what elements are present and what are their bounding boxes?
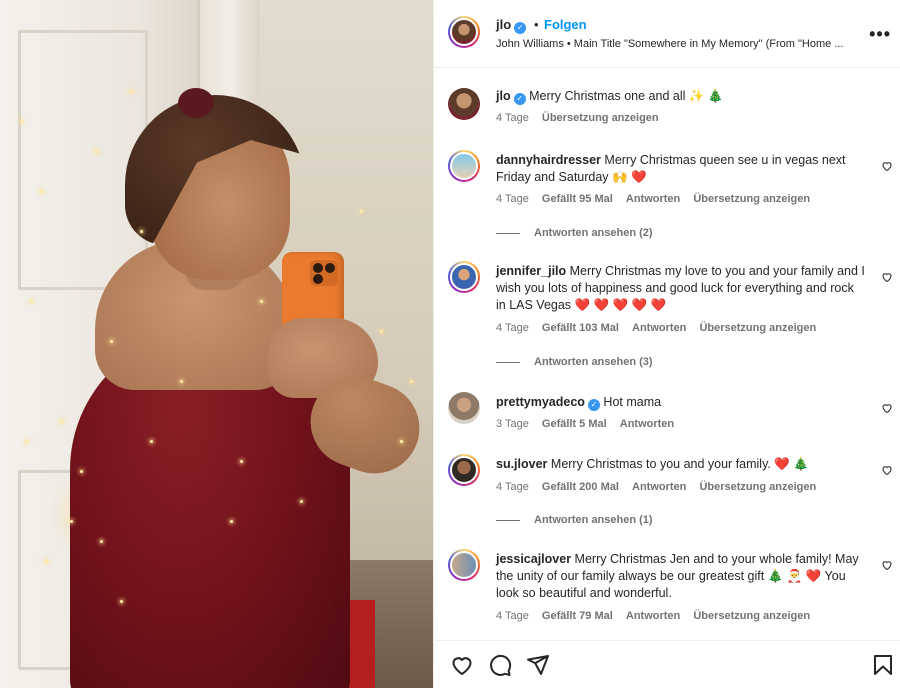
translate-link[interactable]: Übersetzung anzeigen (693, 610, 810, 622)
comment-username[interactable]: jlo (496, 89, 511, 103)
sparkle (240, 460, 243, 463)
sparkle (40, 190, 43, 193)
hair-scrunchie (178, 88, 214, 118)
sparkle (100, 540, 103, 543)
heart-icon[interactable] (881, 402, 893, 414)
sparkle (380, 330, 383, 333)
sparkle (300, 500, 303, 503)
sparkle (180, 380, 183, 383)
share-icon[interactable] (526, 653, 550, 677)
comment-username[interactable]: prettymyadeco (496, 395, 585, 409)
avatar[interactable] (448, 88, 480, 120)
avatar[interactable] (448, 392, 480, 424)
sparkle (20, 120, 23, 123)
comment-age: 4 Tage (496, 193, 529, 205)
sparkle (25, 440, 28, 443)
sparkle (110, 340, 113, 343)
view-replies-button[interactable]: Antworten ansehen (2) (496, 227, 653, 239)
likes-count[interactable]: Gefällt 5 Mal (542, 418, 607, 430)
sparkle (360, 210, 363, 213)
heart-icon[interactable] (881, 160, 893, 172)
sparkle (45, 560, 48, 563)
sparkle (130, 90, 133, 93)
verified-icon: ✓ (587, 399, 600, 411)
more-options-icon[interactable]: ••• (869, 24, 891, 45)
translate-link[interactable]: Übersetzung anzeigen (699, 322, 816, 334)
comment-text: Merry Christmas one and all ✨ 🎄 (529, 89, 724, 103)
view-replies-button[interactable]: Antworten ansehen (1) (496, 514, 653, 526)
avatar[interactable] (448, 150, 480, 182)
avatar[interactable] (448, 261, 480, 293)
sparkle (70, 520, 73, 523)
follow-button[interactable]: Folgen (544, 17, 587, 32)
sparkle (80, 470, 83, 473)
sparkle (410, 380, 413, 383)
translate-link[interactable]: Übersetzung anzeigen (542, 112, 659, 124)
comment-age: 4 Tage (496, 481, 529, 493)
reply-button[interactable]: Antworten (626, 193, 680, 205)
likes-count[interactable]: Gefällt 200 Mal (542, 481, 619, 493)
verified-icon: ✓ (514, 22, 527, 34)
comment-age: 4 Tage (496, 112, 529, 124)
comment-age: 4 Tage (496, 322, 529, 334)
reply-button[interactable]: Antworten (632, 322, 686, 334)
comment-text: Hot mama (603, 395, 662, 409)
sparkle (30, 300, 33, 303)
author-username[interactable]: jlo ✓ (496, 17, 527, 34)
action-bar (434, 640, 900, 688)
reply-button[interactable]: Antworten (626, 610, 680, 622)
post-sidebar: jlo ✓ • Folgen John Williams • Main Title… (433, 0, 900, 688)
sparkle (260, 300, 263, 303)
heart-icon[interactable] (881, 464, 893, 476)
comment-item: prettymyadeco ✓ Hot mama 3 Tage Gefällt 5… (434, 392, 900, 442)
heart-icon[interactable] (450, 653, 474, 677)
comment-item: su.jlover Merry Christmas to you and you… (434, 454, 900, 544)
comment-username[interactable]: jennifer_jilo (496, 264, 566, 278)
reply-button[interactable]: Antworten (620, 418, 674, 430)
sparkle (400, 440, 403, 443)
phone-camera (310, 260, 338, 286)
reply-button[interactable]: Antworten (632, 481, 686, 493)
comment-icon[interactable] (488, 653, 512, 677)
verified-icon: ✓ (513, 93, 526, 105)
comment-username[interactable]: jessicajlover (496, 552, 571, 566)
comment-item: dannyhairdresser Merry Christmas queen s… (434, 150, 900, 240)
author-avatar[interactable] (448, 16, 480, 48)
sparkle (60, 420, 63, 423)
likes-count[interactable]: Gefällt 79 Mal (542, 610, 613, 622)
translate-link[interactable]: Übersetzung anzeigen (693, 193, 810, 205)
sparkle (230, 520, 233, 523)
avatar[interactable] (448, 454, 480, 486)
separator-dot: • (534, 17, 539, 32)
sparkle (120, 600, 123, 603)
comment-item: jennifer_jilo Merry Christmas my love to… (434, 261, 900, 371)
post-image[interactable] (0, 0, 433, 688)
comment-username[interactable]: dannyhairdresser (496, 153, 601, 167)
comment-age: 3 Tage (496, 418, 529, 430)
post-header: jlo ✓ • Folgen John Williams • Main Title… (434, 0, 900, 68)
heart-icon[interactable] (881, 271, 893, 283)
likes-count[interactable]: Gefällt 103 Mal (542, 322, 619, 334)
translate-link[interactable]: Übersetzung anzeigen (699, 481, 816, 493)
sparkle (150, 440, 153, 443)
view-replies-button[interactable]: Antworten ansehen (3) (496, 356, 653, 368)
audio-track[interactable]: John Williams • Main Title "Somewhere in… (496, 38, 866, 50)
avatar[interactable] (448, 549, 480, 581)
comments-list[interactable]: jlo ✓ Merry Christmas one and all ✨ 🎄 4 T… (434, 68, 900, 640)
sparkle (140, 230, 143, 233)
caption: jlo ✓ Merry Christmas one and all ✨ 🎄 4 T… (434, 88, 900, 138)
heart-icon[interactable] (881, 559, 893, 571)
sparkle (95, 150, 98, 153)
bookmark-icon[interactable] (871, 653, 895, 677)
likes-count[interactable]: Gefällt 95 Mal (542, 193, 613, 205)
comment-text: Merry Christmas to you and your family. … (550, 457, 809, 471)
comment-age: 4 Tage (496, 610, 529, 622)
comment-item: jessicajlover Merry Christmas Jen and to… (434, 549, 900, 639)
comment-username[interactable]: su.jlover (496, 457, 547, 471)
